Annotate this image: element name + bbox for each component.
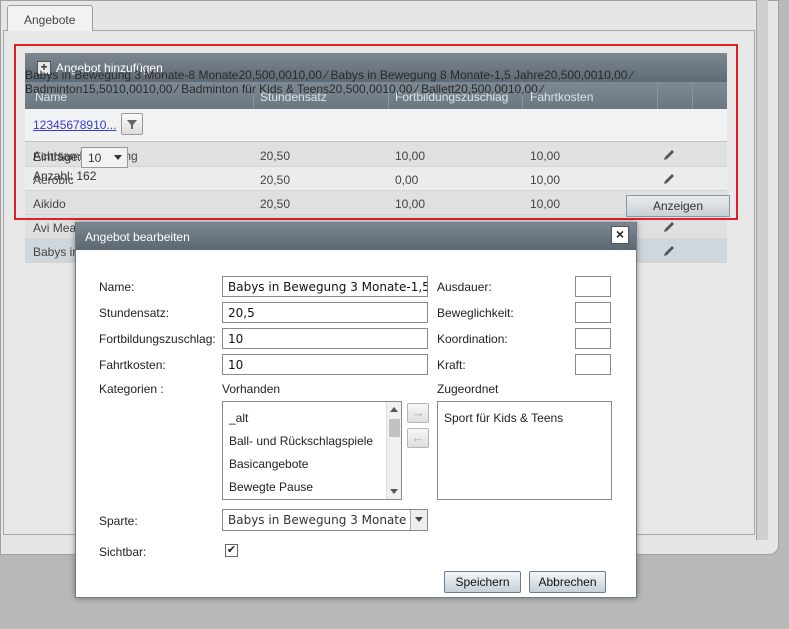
chip-line[interactable]: Badminton15,5010,0010,00 ∕ Badminton für… bbox=[25, 82, 727, 96]
division-value: Babys in Bewegung 3 Monate – bbox=[228, 513, 417, 527]
save-button[interactable]: Speichern bbox=[444, 571, 521, 593]
division-label: Sparte: bbox=[99, 514, 138, 528]
count-label: Anzahl: 162 bbox=[33, 169, 97, 183]
mobility-label: Beweglichkeit: bbox=[437, 306, 514, 320]
list-item[interactable]: Basicangebote bbox=[229, 457, 308, 471]
list-scrollbar[interactable] bbox=[386, 402, 401, 499]
right-scroll-strip bbox=[756, 0, 768, 540]
unassign-arrow-button[interactable]: ← bbox=[407, 428, 429, 448]
pencil-icon[interactable] bbox=[662, 244, 676, 258]
travel-label: Fahrtkosten: bbox=[99, 358, 166, 372]
edit-offer-dialog: Angebot bearbeiten × Name: Babys in Bewe… bbox=[75, 222, 637, 598]
table-row[interactable]: Achtsamkeitsübung 20,50 10,00 10,00 bbox=[25, 143, 727, 167]
table-row[interactable]: Aerobic 20,50 0,00 10,00 bbox=[25, 167, 727, 191]
name-field[interactable]: Babys in Bewegung 3 Monate-1,5 Ja bbox=[222, 276, 428, 297]
surcharge-field[interactable]: 10 bbox=[222, 328, 428, 349]
cell-surcharge: 10,00 bbox=[395, 197, 426, 211]
endurance-field[interactable] bbox=[575, 276, 611, 297]
cell-rate: 20,50 bbox=[260, 149, 291, 163]
coordination-field[interactable] bbox=[575, 328, 611, 349]
visible-checkbox[interactable]: ✔ bbox=[225, 544, 238, 557]
filter-button[interactable] bbox=[121, 113, 143, 135]
strength-field[interactable] bbox=[575, 354, 611, 375]
pencil-icon[interactable] bbox=[662, 220, 676, 234]
show-button[interactable]: Anzeigen bbox=[626, 195, 730, 217]
list-item[interactable]: Sport für Kids & Teens bbox=[444, 411, 563, 425]
assigned-list[interactable]: Sport für Kids & Teens bbox=[437, 401, 612, 500]
rate-label: Stundensatz: bbox=[99, 306, 170, 320]
list-item[interactable]: Ball- und Rückschlagspiele bbox=[229, 434, 373, 448]
categories-label: Kategorien : bbox=[99, 382, 164, 396]
cell-name: Aikido bbox=[33, 197, 66, 211]
dialog-title: Angebot bearbeiten bbox=[76, 223, 636, 250]
cell-rate: 20,50 bbox=[260, 173, 291, 187]
list-item[interactable]: Bewegte Pause bbox=[229, 480, 313, 494]
chevron-down-icon[interactable] bbox=[410, 510, 427, 530]
surcharge-label: Fortbildungszuschlag: bbox=[99, 332, 216, 346]
name-label: Name: bbox=[99, 280, 135, 294]
rate-field[interactable]: 20,5 bbox=[222, 302, 428, 323]
coordination-label: Koordination: bbox=[437, 332, 508, 346]
scroll-up-icon[interactable] bbox=[390, 407, 398, 412]
scroll-down-icon[interactable] bbox=[390, 489, 398, 494]
assign-arrow-button[interactable]: → bbox=[407, 403, 429, 423]
cell-travel: 10,00 bbox=[530, 173, 561, 187]
travel-field[interactable]: 10 bbox=[222, 354, 428, 375]
cell-rate: 20,50 bbox=[260, 197, 291, 211]
entries-value: 10 bbox=[88, 151, 102, 165]
grouping-chips: Babys in Bewegung 3 Monate-8 Monate20,50… bbox=[25, 68, 727, 96]
filter-icon bbox=[127, 120, 137, 129]
close-icon[interactable]: × bbox=[611, 226, 629, 244]
cancel-button[interactable]: Abbrechen bbox=[529, 571, 606, 593]
available-list[interactable]: _alt Ball- und Rückschlagspiele Basicang… bbox=[222, 401, 402, 500]
cell-name: Babys in bbox=[33, 245, 80, 259]
tab-angebote[interactable]: Angebote bbox=[7, 5, 93, 31]
cell-surcharge: 0,00 bbox=[395, 173, 419, 187]
filter-row: 12345678910... bbox=[25, 109, 727, 142]
pager-links[interactable]: 12345678910... bbox=[33, 118, 119, 132]
available-label: Vorhanden bbox=[222, 382, 281, 396]
table-row[interactable]: Aikido 20,50 10,00 10,00 bbox=[25, 191, 727, 215]
chip-line[interactable]: Babys in Bewegung 3 Monate-8 Monate20,50… bbox=[25, 68, 727, 82]
cell-name: Avi Meal bbox=[33, 221, 79, 235]
assigned-label: Zugeordnet bbox=[437, 382, 499, 396]
pencil-icon[interactable] bbox=[662, 172, 676, 186]
cell-surcharge: 10,00 bbox=[395, 149, 426, 163]
division-select[interactable]: Babys in Bewegung 3 Monate – bbox=[222, 509, 428, 531]
entries-select[interactable]: 10 bbox=[81, 147, 128, 168]
entries-label: Einträge: bbox=[33, 150, 82, 164]
scroll-thumb[interactable] bbox=[389, 419, 400, 437]
pencil-icon[interactable] bbox=[662, 148, 676, 162]
chevron-down-icon bbox=[114, 155, 122, 160]
cell-travel: 10,00 bbox=[530, 197, 561, 211]
endurance-label: Ausdauer: bbox=[437, 280, 492, 294]
cell-travel: 10,00 bbox=[530, 149, 561, 163]
visible-label: Sichtbar: bbox=[99, 545, 147, 559]
strength-label: Kraft: bbox=[437, 358, 466, 372]
list-item[interactable]: _alt bbox=[229, 411, 248, 425]
mobility-field[interactable] bbox=[575, 302, 611, 323]
